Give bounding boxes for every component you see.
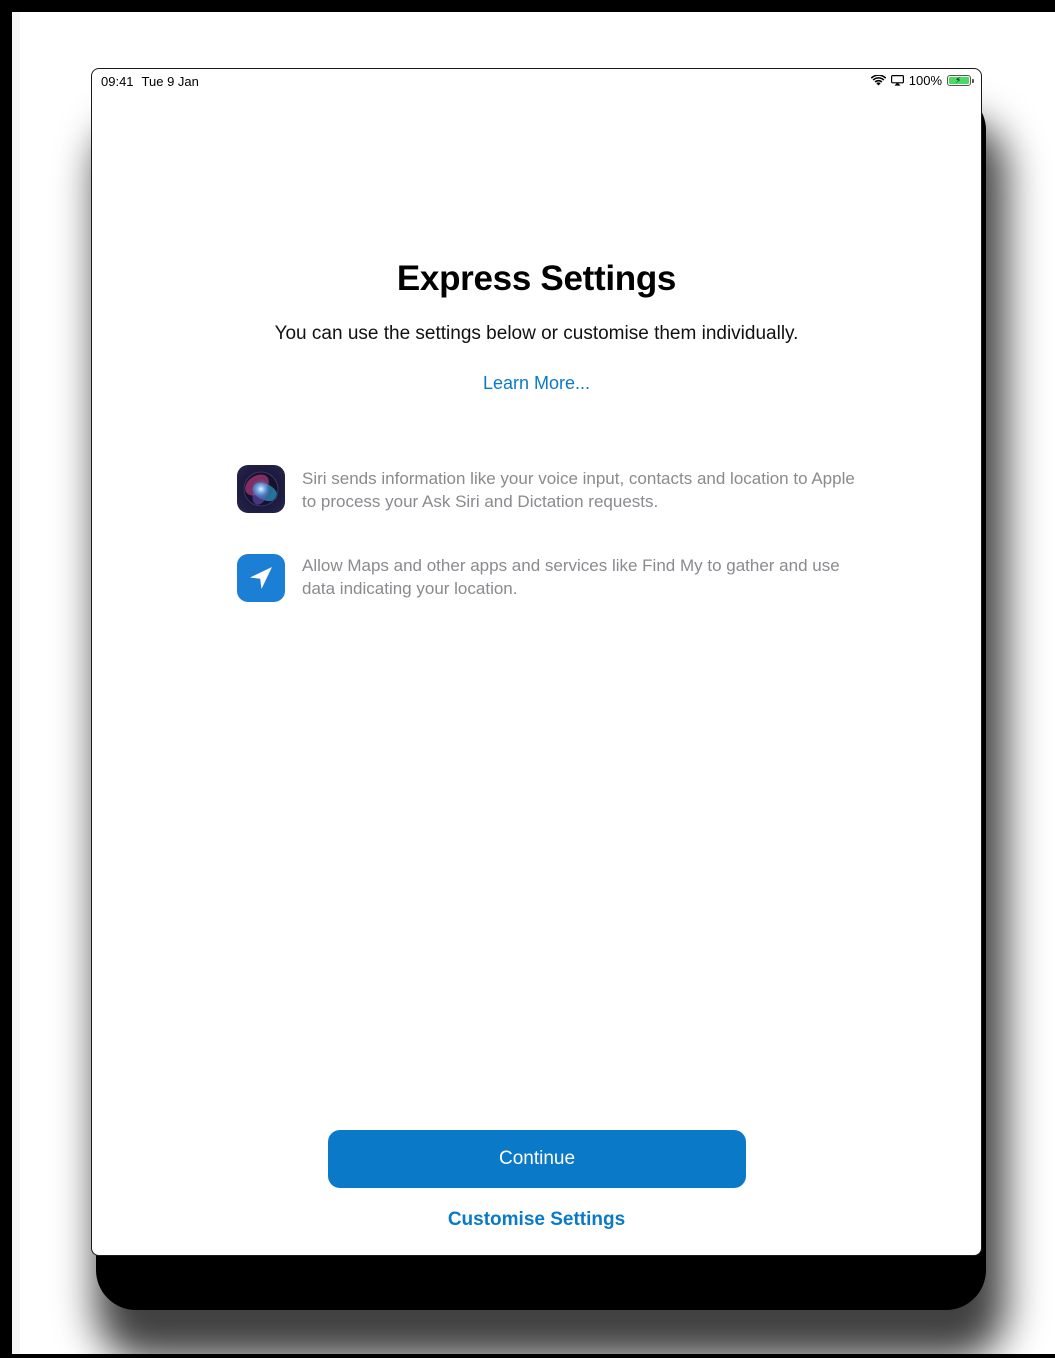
continue-button[interactable]: Continue	[328, 1130, 746, 1188]
siri-info-text: Siri sends information like your voice i…	[302, 469, 855, 511]
info-item-siri: Siri sends information like your voice i…	[237, 465, 857, 513]
customise-settings-button[interactable]: Customise Settings	[92, 1209, 981, 1231]
status-time: 09:41	[101, 74, 134, 89]
siri-icon	[237, 465, 285, 513]
frame-edge	[12, 12, 20, 1354]
battery-cap	[972, 79, 974, 83]
page-subtitle: You can use the settings below or custom…	[274, 323, 799, 344]
learn-more-link[interactable]: Learn More...	[92, 373, 981, 394]
status-bar: 09:41 Tue 9 Jan 100% ⚡	[92, 69, 981, 93]
bolt-icon: ⚡	[955, 75, 962, 85]
device-screen: 09:41 Tue 9 Jan 100% ⚡ Express Settings …	[91, 68, 982, 1256]
status-left: 09:41 Tue 9 Jan	[101, 74, 199, 89]
status-right: 100% ⚡	[870, 73, 974, 88]
airplay-icon	[890, 75, 904, 86]
page-title: Express Settings	[396, 259, 677, 298]
wifi-icon	[870, 75, 886, 86]
status-date: Tue 9 Jan	[141, 74, 199, 89]
battery-charging-icon: ⚡	[947, 75, 974, 86]
location-arrow-icon	[237, 554, 285, 602]
battery-percent: 100%	[908, 73, 942, 88]
location-info-text: Allow Maps and other apps and services l…	[302, 556, 840, 598]
info-item-location: Allow Maps and other apps and services l…	[237, 552, 857, 602]
